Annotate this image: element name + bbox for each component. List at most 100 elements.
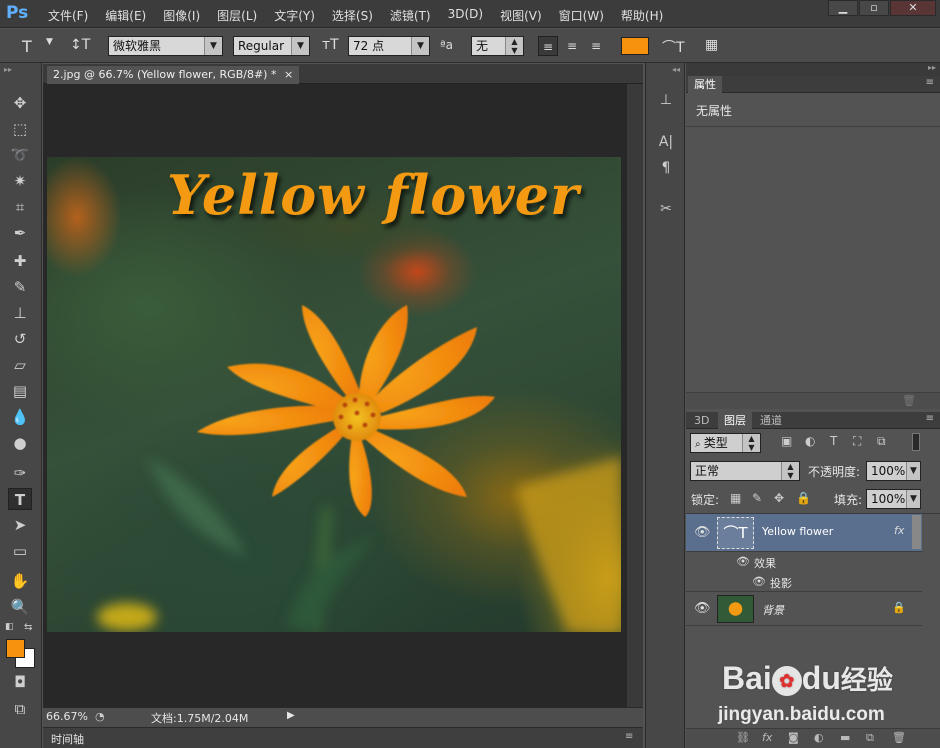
layer-effects-row[interactable]: 👁 效果: [686, 552, 922, 572]
brush-presets-icon[interactable]: ✂: [654, 198, 678, 220]
tab-3d[interactable]: 3D: [688, 412, 715, 429]
marquee-tool-icon[interactable]: ⬚: [8, 118, 32, 140]
menu-type[interactable]: 文字(Y): [274, 7, 315, 24]
effects-eye-icon[interactable]: 👁: [736, 555, 750, 568]
magic-wand-tool-icon[interactable]: ✷: [8, 170, 32, 192]
lock-position-icon[interactable]: ✥: [774, 491, 784, 505]
collapse-icon[interactable]: ▸▸: [4, 65, 12, 74]
smart-object-filter-icon[interactable]: ⧉: [877, 434, 886, 449]
dodge-tool-icon[interactable]: ●: [8, 432, 32, 454]
tab-channels[interactable]: 通道: [754, 412, 788, 429]
tab-layers[interactable]: 图层: [718, 412, 752, 429]
default-colors-icon[interactable]: ◧: [5, 622, 14, 632]
align-right-button[interactable]: ≡: [586, 36, 606, 56]
warp-text-icon[interactable]: ⌒T: [662, 37, 685, 57]
vertical-scrollbar[interactable]: [627, 84, 643, 707]
collapse-icon[interactable]: ▸▸: [928, 63, 936, 72]
new-group-icon[interactable]: ▬: [840, 731, 850, 744]
lock-all-icon[interactable]: 🔒: [796, 491, 811, 505]
menu-view[interactable]: 视图(V): [500, 7, 542, 24]
shape-filter-icon[interactable]: ⛶: [853, 434, 861, 449]
eyedropper-tool-icon[interactable]: ✒: [8, 222, 32, 244]
swap-colors-icon[interactable]: ⇆: [24, 622, 32, 633]
link-layers-icon[interactable]: ⛓: [736, 731, 750, 744]
layer-scroll-thumb[interactable]: [912, 515, 921, 549]
zoom-level[interactable]: 66.67%: [46, 710, 88, 723]
visibility-eye-icon[interactable]: 👁: [694, 525, 711, 540]
canvas-text-layer[interactable]: Yellow flower: [167, 163, 580, 227]
hand-tool-icon[interactable]: ✋: [8, 570, 32, 592]
move-tool-icon[interactable]: ✥: [8, 92, 32, 114]
type-tool-icon[interactable]: T: [8, 488, 32, 510]
trash-icon[interactable]: 🗑: [902, 394, 916, 407]
minimize-button[interactable]: ▁: [828, 0, 858, 16]
adjustment-filter-icon[interactable]: ◐: [805, 434, 815, 448]
delete-layer-icon[interactable]: 🗑: [892, 731, 906, 744]
layer-name[interactable]: Yellow flower: [762, 525, 833, 538]
tool-presets-icon[interactable]: ⊥: [654, 89, 678, 111]
layer-row-text[interactable]: 👁 ⌒T Yellow flower fx: [686, 514, 922, 552]
document-canvas[interactable]: Yellow flower: [47, 157, 621, 632]
pen-tool-icon[interactable]: ✑: [8, 462, 32, 484]
menu-select[interactable]: 选择(S): [332, 7, 373, 24]
fx-badge[interactable]: fx: [894, 524, 904, 537]
menu-file[interactable]: 文件(F): [48, 7, 88, 24]
drop-shadow-eye-icon[interactable]: 👁: [752, 575, 766, 588]
add-style-icon[interactable]: fx: [762, 731, 772, 744]
screen-mode-icon[interactable]: ⧉: [8, 698, 32, 720]
new-layer-icon[interactable]: ⧉: [866, 731, 874, 745]
antialias-select[interactable]: 无 ▲ ▼: [471, 36, 524, 56]
lock-transparent-icon[interactable]: ▦: [730, 491, 741, 505]
menu-window[interactable]: 窗口(W): [559, 7, 604, 24]
status-menu-icon[interactable]: ◔: [95, 710, 105, 723]
lasso-tool-icon[interactable]: ➰: [8, 144, 32, 166]
type-filter-icon[interactable]: T: [830, 434, 837, 448]
paragraph-panel-icon[interactable]: ¶: [654, 157, 678, 179]
text-orientation-icon[interactable]: ↕T: [70, 37, 90, 53]
font-family-select[interactable]: 微软雅黑 ▼: [108, 36, 223, 56]
text-color-swatch[interactable]: [621, 37, 649, 55]
filter-toggle[interactable]: [912, 433, 920, 451]
panel-menu-icon[interactable]: ≡: [926, 413, 934, 424]
clone-stamp-tool-icon[interactable]: ⊥: [8, 302, 32, 324]
rectangle-tool-icon[interactable]: ▭: [8, 540, 32, 562]
healing-brush-tool-icon[interactable]: ✚: [8, 250, 32, 272]
add-mask-icon[interactable]: ◙: [788, 731, 799, 744]
blend-mode-select[interactable]: 正常 ▲ ▼: [690, 461, 800, 481]
eraser-tool-icon[interactable]: ▱: [8, 354, 32, 376]
history-brush-tool-icon[interactable]: ↺: [8, 328, 32, 350]
blur-tool-icon[interactable]: 💧: [8, 406, 32, 428]
drop-shadow-row[interactable]: 👁 投影: [686, 572, 922, 592]
character-panel-icon[interactable]: A|: [654, 131, 678, 153]
fill-input[interactable]: 100% ▼: [866, 489, 921, 509]
close-tab-icon[interactable]: ×: [284, 68, 293, 81]
zoom-tool-icon[interactable]: 🔍: [8, 596, 32, 618]
opacity-input[interactable]: 100% ▼: [866, 461, 921, 481]
brush-tool-icon[interactable]: ✎: [8, 276, 32, 298]
document-tab[interactable]: 2.jpg @ 66.7% (Yellow flower, RGB/8#) * …: [47, 66, 300, 84]
maximize-button[interactable]: ▫: [859, 0, 889, 16]
menu-help[interactable]: 帮助(H): [621, 7, 663, 24]
menu-layer[interactable]: 图层(L): [217, 7, 257, 24]
quick-mask-icon[interactable]: ◘: [8, 671, 32, 693]
font-style-select[interactable]: Regular ▼: [233, 36, 310, 56]
chevron-down-icon[interactable]: ▼: [46, 37, 53, 47]
crop-tool-icon[interactable]: ⌗: [8, 196, 32, 218]
font-size-select[interactable]: 72 点 ▼: [348, 36, 430, 56]
pixel-filter-icon[interactable]: ▣: [781, 434, 792, 448]
collapse-icon[interactable]: ◂◂: [672, 65, 680, 74]
menu-image[interactable]: 图像(I): [163, 7, 200, 24]
foreground-color-swatch[interactable]: [6, 639, 25, 658]
panel-menu-icon[interactable]: ≡: [926, 77, 934, 88]
gradient-tool-icon[interactable]: ▤: [8, 380, 32, 402]
character-panel-toggle-icon[interactable]: ▦: [705, 37, 718, 53]
tab-properties[interactable]: 属性: [688, 76, 722, 93]
layer-row-background[interactable]: 👁 背景 🔒: [686, 592, 922, 626]
type-tool-preset-icon[interactable]: T: [22, 37, 32, 56]
status-arrow-icon[interactable]: ▶: [287, 710, 295, 721]
visibility-eye-icon[interactable]: 👁: [694, 601, 711, 616]
close-button[interactable]: ✕: [890, 0, 936, 16]
timeline-label[interactable]: 时间轴: [51, 731, 84, 747]
menu-filter[interactable]: 滤镜(T): [390, 7, 431, 24]
lock-paint-icon[interactable]: ✎: [752, 491, 762, 505]
